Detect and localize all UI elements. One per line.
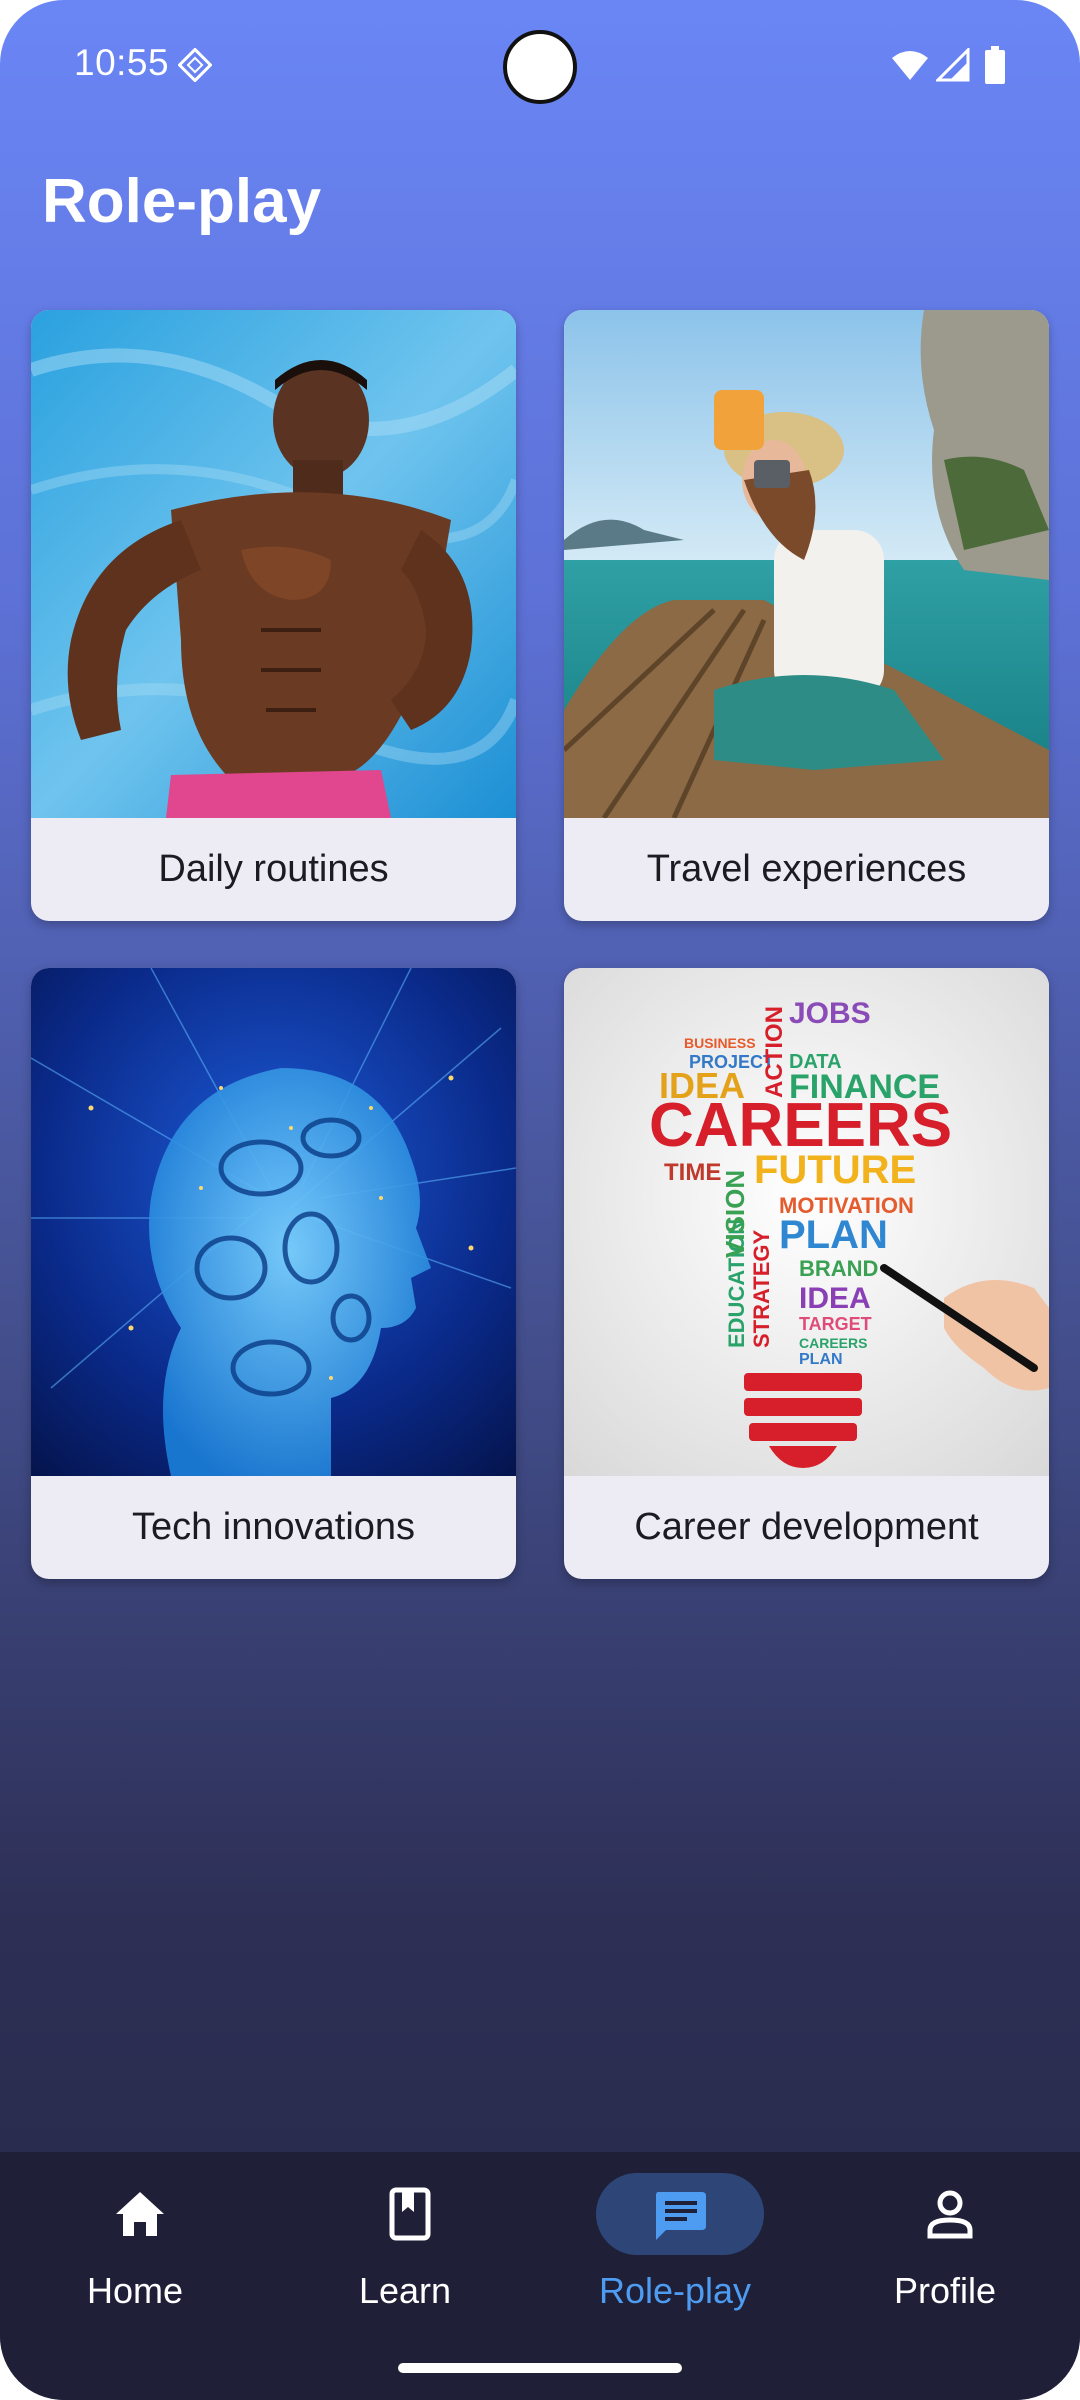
page-title: Role-play	[42, 167, 322, 236]
careers-lightbulb-photo: JOBS BUSINESS PROJECT DATA IDEA FINANCE …	[564, 968, 1049, 1476]
screen: 10:55 Role-play Daily routines Travel ex…	[0, 0, 1080, 2400]
svg-text:VISION: VISION	[720, 1170, 750, 1258]
topic-grid: Daily routines Travel experiences Tech i…	[31, 310, 1049, 1579]
topic-card-tech-innovations[interactable]: Tech innovations	[31, 968, 516, 1579]
home-icon	[116, 2192, 164, 2236]
status-time: 10:55	[74, 42, 170, 83]
nav-item-learn[interactable]: Learn	[270, 2152, 540, 2342]
card-label: Tech innovations	[131, 1506, 416, 1548]
svg-text:PLAN: PLAN	[779, 1213, 888, 1257]
status-bar: 10:55	[0, 0, 1080, 130]
svg-text:FUTURE: FUTURE	[754, 1148, 916, 1192]
nav-item-profile[interactable]: Profile	[810, 2152, 1080, 2342]
svg-text:CAREERS: CAREERS	[799, 1335, 867, 1351]
camera-cutout	[503, 30, 577, 104]
nav-label-home: Home	[86, 2270, 184, 2311]
home-indicator[interactable]	[398, 2363, 682, 2373]
book-icon	[389, 2187, 431, 2241]
card-label: Daily routines	[158, 848, 389, 890]
topic-card-travel-experiences[interactable]: Travel experiences	[564, 310, 1049, 921]
chat-icon	[656, 2192, 706, 2240]
nav-item-home[interactable]: Home	[0, 2152, 270, 2342]
svg-text:TIME: TIME	[664, 1159, 721, 1186]
nav-item-role-play[interactable]: Role-play	[540, 2152, 810, 2342]
card-label: Career development	[634, 1506, 979, 1548]
topic-card-career-development[interactable]: JOBS BUSINESS PROJECT DATA IDEA FINANCE …	[564, 968, 1049, 1579]
cellular-signal-icon	[936, 48, 970, 82]
svg-text:BUSINESS: BUSINESS	[684, 1035, 756, 1051]
wifi-icon	[892, 51, 928, 80]
svg-text:JOBS: JOBS	[789, 997, 871, 1030]
svg-text:STRATEGY: STRATEGY	[749, 1230, 774, 1348]
nav-label-learn: Learn	[358, 2270, 452, 2311]
boat-traveler-photo	[564, 310, 1049, 818]
svg-text:IDEA: IDEA	[799, 1282, 871, 1315]
svg-text:PLAN: PLAN	[799, 1351, 843, 1368]
svg-text:BRAND: BRAND	[799, 1256, 878, 1281]
nav-label-role-play: Role-play	[598, 2270, 752, 2311]
location-diamond-icon	[178, 48, 212, 82]
digital-head-photo	[31, 968, 516, 1476]
battery-icon	[985, 46, 1005, 84]
svg-text:TARGET: TARGET	[799, 1314, 872, 1334]
card-label: Travel experiences	[646, 848, 967, 890]
topic-card-daily-routines[interactable]: Daily routines	[31, 310, 516, 921]
runner-photo	[31, 310, 516, 818]
person-icon	[927, 2190, 973, 2239]
nav-label-profile: Profile	[893, 2270, 997, 2311]
svg-text:ACTION: ACTION	[761, 1006, 788, 1098]
